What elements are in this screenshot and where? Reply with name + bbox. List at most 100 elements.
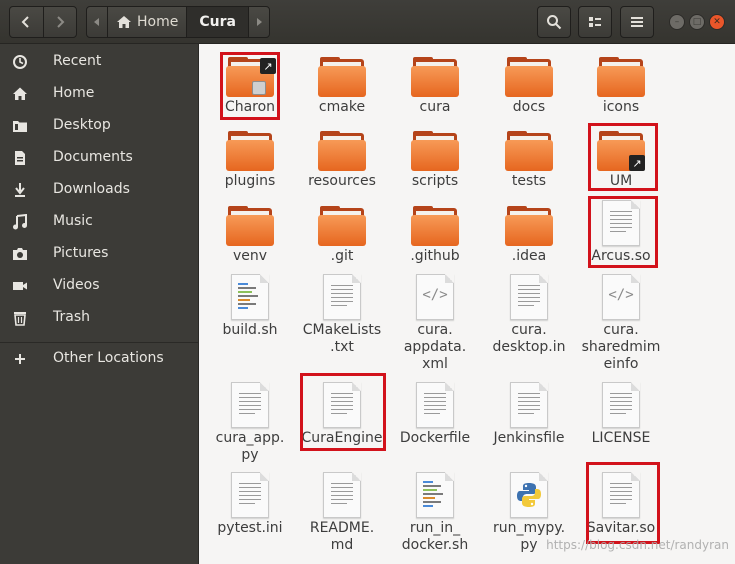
file-item-license[interactable]: LICENSE: [573, 382, 669, 447]
menu-button[interactable]: [620, 6, 654, 38]
file-name: cura_app. py: [215, 430, 285, 463]
file-name: icons: [602, 99, 640, 115]
file-name: cmake: [318, 99, 366, 115]
file-item-cura-appdata[interactable]: </> cura. appdata. xml: [387, 274, 483, 373]
file-name: README. md: [309, 520, 375, 553]
list-view-icon: [589, 17, 601, 27]
sidebar-item-other-locations[interactable]: Other Locations: [0, 345, 199, 373]
file-name: CuraEngine: [301, 430, 383, 446]
search-button[interactable]: [537, 6, 571, 38]
file-name: UM: [609, 173, 633, 189]
document-icon: [602, 472, 640, 518]
file-name: venv: [232, 248, 268, 264]
back-button[interactable]: [10, 7, 43, 37]
file-name: scripts: [411, 173, 459, 189]
file-item-cmake[interactable]: cmake: [294, 57, 390, 116]
file-name: Dockerfile: [399, 430, 471, 446]
script-file-icon: [231, 274, 269, 320]
file-item-build-sh[interactable]: build.sh: [202, 274, 298, 339]
file-name: run_in_ docker.sh: [401, 520, 469, 553]
file-item-cura[interactable]: cura: [387, 57, 483, 116]
file-item-cura-app-py[interactable]: cura_app. py: [202, 382, 298, 464]
document-icon: [510, 382, 548, 428]
path-item-current[interactable]: Cura: [186, 7, 248, 37]
file-item-scripts[interactable]: scripts: [387, 131, 483, 190]
path-scroll-right[interactable]: [247, 7, 269, 37]
script-file-icon: [416, 472, 454, 518]
file-item-plugins[interactable]: plugins: [202, 131, 298, 190]
xml-file-icon: </>: [602, 274, 640, 320]
document-icon: [510, 274, 548, 320]
folder-icon: [505, 57, 553, 97]
document-icon: [231, 382, 269, 428]
folder-icon: [318, 131, 366, 171]
sidebar-item-label: Desktop: [53, 117, 111, 133]
path-home-label: Home: [137, 14, 179, 30]
minimize-button[interactable]: –: [669, 14, 685, 30]
close-button[interactable]: ✕: [709, 14, 725, 30]
sidebar-item-home[interactable]: Home: [0, 80, 199, 108]
document-icon: [323, 472, 361, 518]
file-name: docs: [512, 99, 546, 115]
file-item-pytest-ini[interactable]: pytest.ini: [202, 472, 298, 537]
path-scroll-left[interactable]: [87, 7, 107, 37]
view-toggle-button[interactable]: [578, 6, 612, 38]
file-item-git[interactable]: .git: [294, 206, 390, 265]
file-item-tests[interactable]: tests: [481, 131, 577, 190]
sidebar-item-music[interactable]: Music: [0, 208, 199, 236]
path-current-label: Cura: [199, 14, 236, 30]
link-emblem-icon: ↗: [629, 155, 645, 171]
file-item-savitar[interactable]: Savitar.so: [573, 472, 669, 537]
folder-icon: [411, 57, 459, 97]
maximize-button[interactable]: □: [689, 14, 705, 30]
folder-icon: ↗: [226, 57, 276, 97]
file-item-cura-sharedmimeinfo[interactable]: </> cura. sharedmim einfo: [573, 274, 669, 373]
file-item-readme[interactable]: README. md: [294, 472, 390, 554]
file-item-curaengine[interactable]: CuraEngine: [294, 382, 390, 447]
header-bar: Home Cura – □ ✕: [0, 0, 735, 44]
file-item-cmakelists[interactable]: CMakeLists .txt: [294, 274, 390, 356]
file-item-arcus[interactable]: Arcus.so: [573, 200, 669, 265]
xml-file-icon: </>: [416, 274, 454, 320]
sidebar: Recent Home Desktop Documents Downloads …: [0, 44, 199, 564]
file-name: CMakeLists .txt: [302, 322, 382, 355]
lock-emblem-icon: [252, 81, 266, 95]
nav-buttons: [9, 6, 77, 38]
forward-button[interactable]: [42, 7, 77, 37]
file-name: .git: [330, 248, 354, 264]
triangle-left-icon: [94, 18, 99, 26]
sidebar-item-documents[interactable]: Documents: [0, 144, 199, 172]
sidebar-item-label: Pictures: [53, 245, 109, 261]
file-item-idea[interactable]: .idea: [481, 206, 577, 265]
file-name: pytest.ini: [217, 520, 283, 536]
file-item-dockerfile[interactable]: Dockerfile: [387, 382, 483, 447]
file-item-docs[interactable]: docs: [481, 57, 577, 116]
file-item-cura-desktop[interactable]: cura. desktop.in: [481, 274, 577, 356]
plus-icon: [12, 351, 28, 367]
file-item-jenkinsfile[interactable]: Jenkinsfile: [481, 382, 577, 447]
file-item-venv[interactable]: venv: [202, 206, 298, 265]
sidebar-item-recent[interactable]: Recent: [0, 48, 199, 76]
file-name: Jenkinsfile: [493, 430, 565, 446]
sidebar-item-pictures[interactable]: Pictures: [0, 240, 199, 268]
file-name: Arcus.so: [591, 248, 651, 264]
minimize-icon: –: [674, 16, 680, 27]
sidebar-item-trash[interactable]: Trash: [0, 304, 199, 332]
file-item-icons[interactable]: icons: [573, 57, 669, 116]
folder-icon: [12, 118, 28, 134]
document-icon: [323, 274, 361, 320]
file-item-resources[interactable]: resources: [294, 131, 390, 190]
file-name: .github: [410, 248, 460, 264]
file-item-run-in-docker[interactable]: run_in_ docker.sh: [387, 472, 483, 554]
file-item-um[interactable]: ↗ UM: [573, 131, 669, 190]
file-item-github[interactable]: .github: [387, 206, 483, 265]
watermark-text: https://blog.csdn.net/randyran: [546, 538, 729, 552]
file-name: cura. appdata. xml: [403, 322, 467, 372]
maximize-icon: □: [692, 16, 702, 27]
sidebar-item-downloads[interactable]: Downloads: [0, 176, 199, 204]
file-item-charon[interactable]: ↗ Charon: [202, 57, 298, 116]
path-item-home[interactable]: Home: [107, 7, 186, 37]
sidebar-item-label: Other Locations: [53, 350, 164, 366]
sidebar-item-desktop[interactable]: Desktop: [0, 112, 199, 140]
sidebar-item-videos[interactable]: Videos: [0, 272, 199, 300]
